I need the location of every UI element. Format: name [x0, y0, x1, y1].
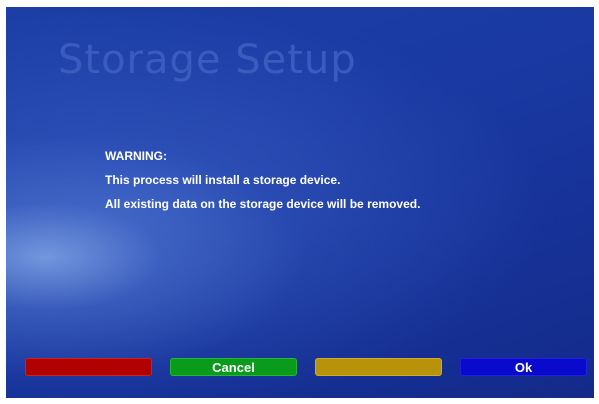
warning-message: WARNING: This process will install a sto…	[105, 149, 575, 221]
warning-line-data-removed: All existing data on the storage device …	[105, 197, 421, 211]
warning-heading: WARNING:	[105, 149, 167, 163]
cancel-button[interactable]: Cancel	[170, 358, 297, 376]
ok-button[interactable]: Ok	[460, 358, 587, 376]
storage-setup-screen: Storage Setup WARNING: This process will…	[6, 7, 594, 398]
red-button[interactable]	[25, 358, 152, 376]
page-title: Storage Setup	[58, 37, 357, 83]
yellow-button[interactable]	[315, 358, 442, 376]
warning-line-install: This process will install a storage devi…	[105, 173, 341, 187]
